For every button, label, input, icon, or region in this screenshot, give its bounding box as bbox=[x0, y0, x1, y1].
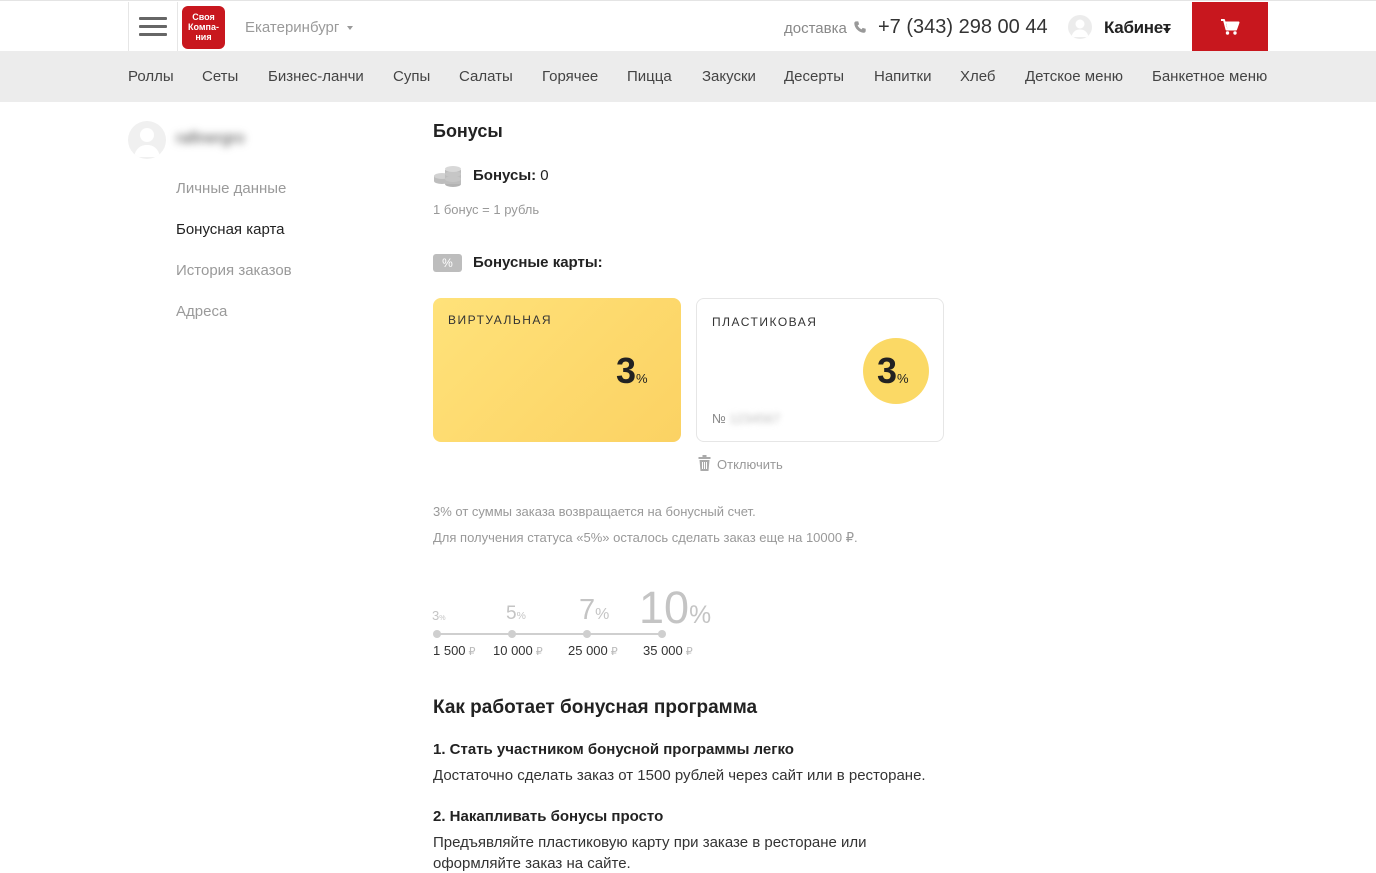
percent-icon: % bbox=[433, 254, 462, 272]
nav-item-kids-menu[interactable]: Детское меню bbox=[1025, 68, 1123, 85]
nav-item-drinks[interactable]: Напитки bbox=[874, 68, 932, 85]
level-unit: % bbox=[516, 611, 526, 622]
level-3: 3% bbox=[432, 608, 446, 623]
plastic-card-value: 3 bbox=[877, 350, 898, 391]
city-label: Екатеринбург bbox=[245, 19, 340, 36]
level-track bbox=[437, 633, 662, 635]
delivery-label: доставка bbox=[784, 20, 847, 37]
level-amount: 10 000 ₽ bbox=[493, 643, 543, 658]
category-nav: Роллы Сеты Бизнес-ланчи Супы Салаты Горя… bbox=[0, 51, 1376, 102]
level-dot bbox=[508, 630, 516, 638]
cabinet-button[interactable]: Кабинет bbox=[1104, 18, 1171, 38]
level-dot bbox=[583, 630, 591, 638]
plastic-card-percent: 3% bbox=[877, 350, 909, 392]
level-7: 7% bbox=[579, 594, 609, 627]
step-title: 2. Накапливать бонусы просто bbox=[433, 808, 664, 825]
disable-card-label: Отключить bbox=[717, 457, 783, 472]
nav-item-rolls[interactable]: Роллы bbox=[128, 68, 174, 85]
sidebar-item-bonus-card[interactable]: Бонусная карта bbox=[176, 221, 285, 238]
step-title: 1. Стать участником бонусной программы л… bbox=[433, 741, 794, 758]
user-name: rafinergro bbox=[176, 130, 245, 147]
cart-button[interactable] bbox=[1192, 2, 1268, 52]
page-title: Бонусы bbox=[433, 121, 503, 141]
plastic-card-unit: % bbox=[897, 371, 909, 386]
nav-item-sets[interactable]: Сеты bbox=[202, 68, 238, 85]
virtual-card-percent: 3% bbox=[616, 350, 648, 392]
nav-item-desserts[interactable]: Десерты bbox=[784, 68, 844, 85]
bonus-rate-note: 1 бонус = 1 рубль bbox=[433, 202, 540, 217]
coins-icon bbox=[434, 166, 461, 187]
step-text: Предъявляйте пластиковую карту при заказ… bbox=[433, 834, 867, 872]
ruble-icon: ₽ bbox=[610, 646, 618, 658]
logo[interactable]: Своя Компа- ния bbox=[182, 6, 225, 49]
amount-value: 35 000 bbox=[643, 643, 683, 658]
plastic-card[interactable]: ПЛАСТИКОВАЯ 3% № 1234567 bbox=[696, 298, 944, 442]
disable-card-button[interactable]: Отключить bbox=[698, 455, 783, 472]
level-dot bbox=[433, 630, 441, 638]
avatar bbox=[128, 121, 166, 159]
nav-item-snacks[interactable]: Закуски bbox=[702, 68, 756, 85]
trash-icon bbox=[698, 455, 711, 471]
virtual-card-title: ВИРТУАЛЬНАЯ bbox=[448, 313, 553, 327]
amount-value: 25 000 bbox=[568, 643, 608, 658]
plastic-card-title: ПЛАСТИКОВАЯ bbox=[712, 315, 818, 329]
level-amount: 35 000 ₽ bbox=[643, 643, 693, 658]
logo-line: ния bbox=[195, 32, 212, 42]
bonus-balance: Бонусы: 0 bbox=[473, 167, 549, 184]
ruble-icon: ₽ bbox=[468, 646, 476, 658]
amount-value: 1 500 bbox=[433, 643, 466, 658]
hamburger-icon bbox=[139, 17, 167, 37]
phone-icon bbox=[854, 21, 866, 33]
level-amount: 25 000 ₽ bbox=[568, 643, 618, 658]
menu-button[interactable] bbox=[128, 2, 178, 52]
logo-line: Своя bbox=[192, 12, 215, 22]
virtual-card-value: 3 bbox=[616, 350, 637, 391]
nav-item-banquet-menu[interactable]: Банкетное меню bbox=[1152, 68, 1267, 85]
amount-value: 10 000 bbox=[493, 643, 533, 658]
bonus-info-text: 3% от суммы заказа возвращается на бонус… bbox=[433, 504, 756, 519]
chevron-down-icon bbox=[347, 26, 354, 31]
cart-icon bbox=[1221, 19, 1240, 35]
ruble-icon: ₽ bbox=[535, 646, 543, 658]
level-5: 5% bbox=[506, 603, 526, 625]
level-unit: % bbox=[689, 602, 712, 629]
user-icon[interactable] bbox=[1068, 15, 1092, 39]
plastic-card-badge: 3% bbox=[863, 338, 929, 404]
nav-item-bread[interactable]: Хлеб bbox=[960, 68, 996, 85]
how-it-works-title: Как работает бонусная программа bbox=[433, 697, 758, 718]
ruble-icon: ₽ bbox=[685, 646, 693, 658]
level-dot bbox=[658, 630, 666, 638]
nav-item-salads[interactable]: Салаты bbox=[459, 68, 513, 85]
level-amount: 1 500 ₽ bbox=[433, 643, 476, 658]
level-value: 7 bbox=[579, 594, 596, 626]
level-value: 10 bbox=[639, 582, 690, 633]
chevron-down-icon bbox=[1163, 28, 1171, 33]
next-status-text: Для получения статуса «5%» осталось сдел… bbox=[433, 530, 858, 545]
level-10: 10% bbox=[639, 582, 711, 634]
card-number-label: № bbox=[712, 411, 726, 426]
sidebar-item-addresses[interactable]: Адреса bbox=[176, 303, 227, 320]
nav-item-pizza[interactable]: Пицца bbox=[627, 68, 672, 85]
level-unit: % bbox=[595, 606, 610, 623]
virtual-card-unit: % bbox=[636, 371, 648, 386]
logo-line: Компа- bbox=[188, 22, 219, 32]
bonus-cards-title: Бонусные карты: bbox=[473, 254, 603, 271]
sidebar-item-order-history[interactable]: История заказов bbox=[176, 262, 292, 279]
plastic-card-number: № 1234567 bbox=[712, 411, 780, 426]
virtual-card[interactable]: ВИРТУАЛЬНАЯ 3% bbox=[433, 298, 681, 442]
city-selector[interactable]: Екатеринбург bbox=[245, 19, 354, 36]
nav-item-hot[interactable]: Горячее bbox=[542, 68, 598, 85]
sidebar-item-personal-data[interactable]: Личные данные bbox=[176, 180, 286, 197]
level-value: 5 bbox=[506, 603, 517, 624]
phone-number[interactable]: +7 (343) 298 00 44 bbox=[878, 16, 1048, 39]
bonus-balance-value: 0 bbox=[540, 167, 549, 184]
nav-item-business-lunch[interactable]: Бизнес-ланчи bbox=[268, 68, 364, 85]
nav-item-soups[interactable]: Супы bbox=[393, 68, 430, 85]
step-text: Достаточно сделать заказ от 1500 рублей … bbox=[433, 767, 926, 784]
level-unit: % bbox=[439, 614, 446, 622]
bonus-balance-label: Бонусы: bbox=[473, 167, 537, 184]
card-number-value: 1234567 bbox=[729, 411, 781, 426]
header: Своя Компа- ния Екатеринбург доставка +7… bbox=[0, 0, 1376, 52]
